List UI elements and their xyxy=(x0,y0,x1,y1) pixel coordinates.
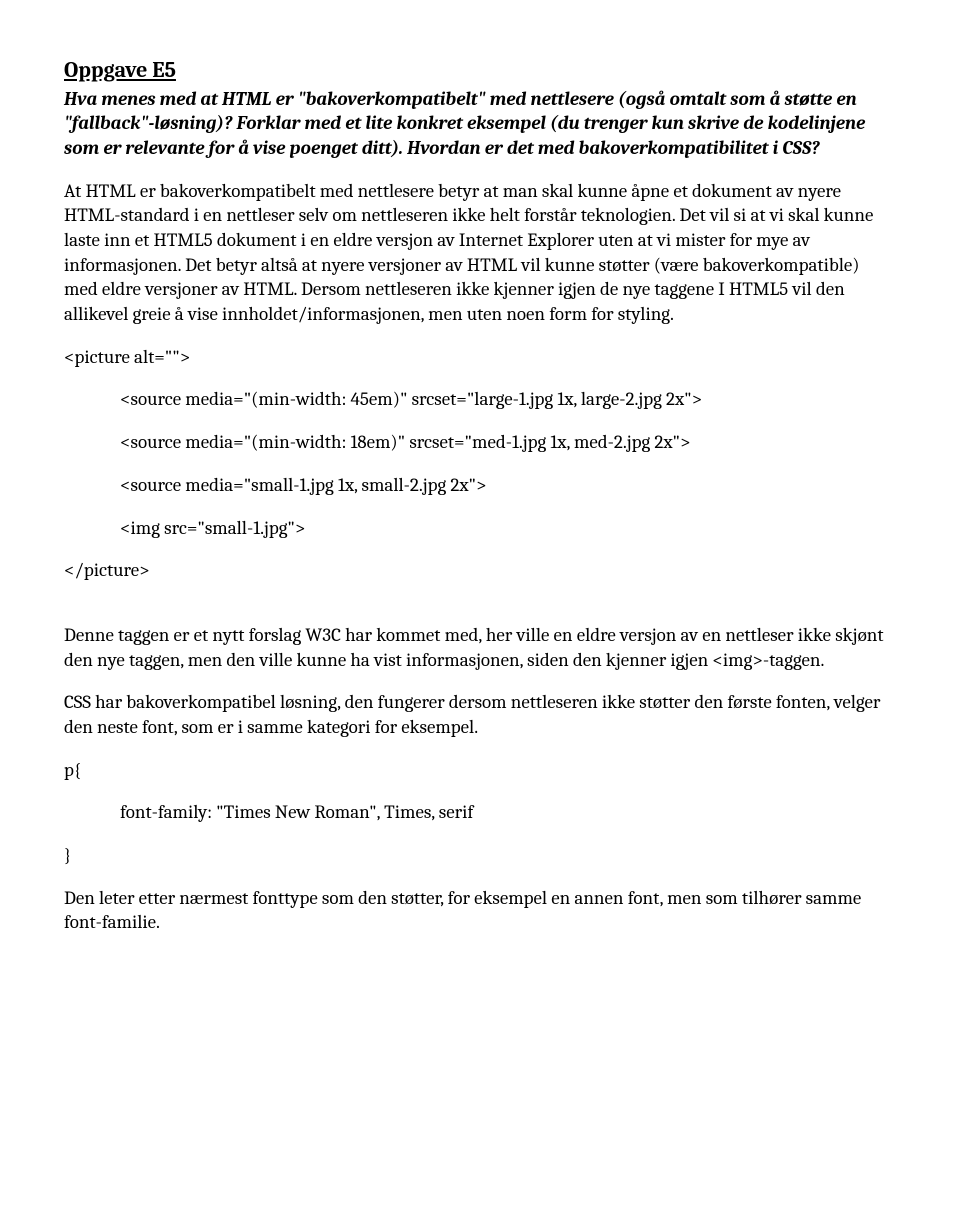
code-source-2: <source media="(min-width: 18em)" srcset… xyxy=(64,430,894,455)
code-picture-close: </picture> xyxy=(64,558,894,583)
answer-paragraph-3: CSS har bakoverkompatibel løsning, den f… xyxy=(64,690,894,739)
answer-paragraph-2: Denne taggen er et nytt forslag W3C har … xyxy=(64,623,894,672)
css-close: } xyxy=(64,843,894,868)
code-source-3: <source media="small-1.jpg 1x, small-2.j… xyxy=(64,473,894,498)
css-rule: font-family: "Times New Roman", Times, s… xyxy=(64,800,894,825)
code-source-1: <source media="(min-width: 45em)" srcset… xyxy=(64,387,894,412)
code-img: <img src="small-1.jpg"> xyxy=(64,516,894,541)
answer-paragraph-1: At HTML er bakoverkompatibelt med nettle… xyxy=(64,179,894,327)
css-open: p{ xyxy=(64,758,894,783)
task-heading: Oppgave E5 xyxy=(64,56,894,85)
code-picture-open: <picture alt=""> xyxy=(64,345,894,370)
task-question: Hva menes med at HTML er "bakoverkompati… xyxy=(64,87,894,161)
answer-paragraph-4: Den leter etter nærmest fonttype som den… xyxy=(64,886,894,935)
